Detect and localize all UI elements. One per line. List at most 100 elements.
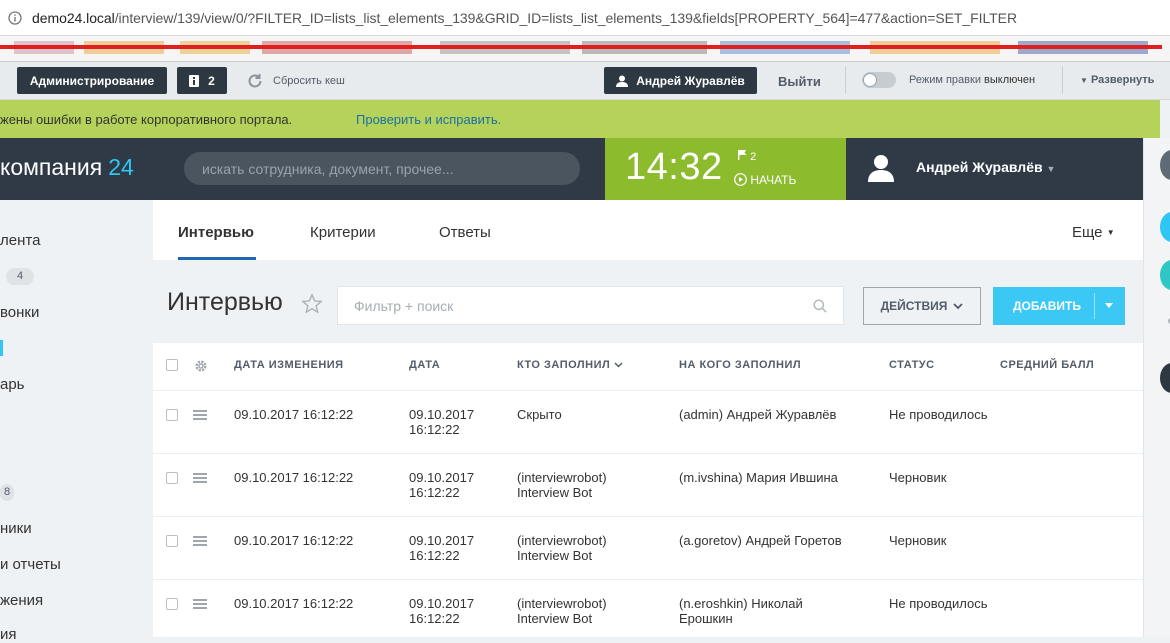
expand-button[interactable]: ▼ Развернуть — [1080, 74, 1154, 86]
administration-button[interactable]: Администрирование — [17, 67, 167, 94]
column-header-whom[interactable]: НА КОГО ЗАПОЛНИЛ — [679, 359, 801, 371]
interviews-grid: ДАТА ИЗМЕНЕНИЯ ДАТА КТО ЗАПОЛНИЛ НА КОГО… — [153, 343, 1143, 637]
row-checkbox[interactable] — [166, 409, 178, 421]
menu-item-calls[interactable]: вонки — [0, 304, 39, 321]
cell-date: 09.10.2017 16:12:22 — [409, 407, 475, 437]
redaction-line — [0, 45, 1162, 49]
logout-link[interactable]: Выйти — [778, 74, 821, 89]
row-checkbox[interactable] — [166, 535, 178, 547]
flag-icon — [738, 150, 747, 160]
row-checkbox[interactable] — [166, 472, 178, 484]
admin-user-button[interactable]: Андрей Журавлёв — [604, 67, 757, 94]
tab-interviews[interactable]: Интервью — [178, 224, 254, 241]
filter-placeholder: Фильтр + поиск — [354, 298, 454, 314]
clear-cache-link[interactable]: Сбросить кеш — [273, 75, 345, 87]
actions-button[interactable]: ДЕЙСТВИЯ — [863, 287, 981, 325]
url-text[interactable]: demo24.local/interview/139/view/0/?FILTE… — [32, 10, 1017, 26]
tabs-bar: Интервью Критерии Ответы Еще ▼ — [153, 200, 1143, 260]
start-workday-button[interactable]: НАЧАТЬ — [734, 173, 796, 187]
cell-date: 09.10.2017 16:12:22 — [409, 533, 475, 563]
divider — [1062, 66, 1063, 94]
menu-item-employees[interactable]: ники — [0, 520, 32, 537]
menu-counter: 4 — [6, 268, 34, 285]
error-notice-bar: жены ошибки в работе корпоративного порт… — [0, 100, 1160, 138]
workday-widget[interactable]: 14:32 2 НАЧАТЬ — [605, 138, 846, 200]
cell-modified: 09.10.2017 16:12:22 — [234, 470, 354, 485]
cell-who: Скрыто — [517, 407, 562, 422]
divider — [845, 66, 846, 94]
favorite-star-icon[interactable] — [301, 293, 323, 315]
table-row[interactable]: 09.10.2017 16:12:22 09.10.2017 16:12:22 … — [153, 579, 1143, 642]
user-menu[interactable]: Андрей Журавлёв ▼ — [846, 138, 1143, 200]
error-notice-text: жены ошибки в работе корпоративного порт… — [0, 112, 293, 127]
caret-down-icon: ▼ — [1080, 76, 1088, 85]
menu-item-feed[interactable]: лента — [0, 232, 40, 249]
cell-who: (interviewrobot) Interview Bot — [517, 533, 607, 563]
cell-whom: (admin) Андрей Журавлёв — [679, 407, 837, 422]
info-icon — [189, 74, 200, 87]
cell-status: Черновик — [889, 533, 947, 548]
tab-answers[interactable]: Ответы — [439, 224, 491, 241]
search-icon[interactable] — [813, 299, 827, 313]
right-panel-avatar[interactable] — [1160, 212, 1170, 242]
portal-logo[interactable]: компания 24 — [0, 154, 134, 181]
edit-mode-toggle[interactable] — [862, 72, 896, 88]
row-menu-icon[interactable] — [193, 410, 207, 420]
row-menu-icon[interactable] — [193, 473, 207, 483]
menu-item-reports[interactable]: и отчеты — [0, 556, 61, 573]
right-panel-avatar[interactable] — [1160, 260, 1170, 290]
search-input[interactable]: искать сотрудника, документ, прочее... — [184, 152, 580, 185]
notifications-button[interactable]: 2 — [177, 67, 227, 94]
check-and-fix-link[interactable]: Проверить и исправить. — [356, 112, 501, 127]
header-user-name: Андрей Журавлёв ▼ — [916, 159, 1056, 175]
tab-criteria[interactable]: Критерии — [310, 224, 376, 241]
right-panel-avatar[interactable] — [1160, 150, 1170, 180]
add-button[interactable]: ДОБАВИТЬ — [993, 287, 1125, 325]
column-header-score[interactable]: СРЕДНИЙ БАЛЛ — [1000, 359, 1094, 371]
split-divider — [1094, 293, 1095, 319]
cell-who: (interviewrobot) Interview Bot — [517, 596, 607, 626]
notif-count: 2 — [208, 73, 215, 88]
bookmarks-bar — [0, 36, 1170, 62]
table-row[interactable]: 09.10.2017 16:12:22 09.10.2017 16:12:22 … — [153, 453, 1143, 516]
menu-item-applications[interactable]: жения — [0, 592, 43, 609]
filter-search-input[interactable]: Фильтр + поиск — [337, 286, 844, 325]
cell-whom: (n.eroshkin) Николай Ерошкин — [679, 596, 803, 626]
page-title: Интервью — [167, 288, 283, 316]
right-panel-avatar[interactable] — [1160, 363, 1170, 393]
table-row[interactable]: 09.10.2017 16:12:22 09.10.2017 16:12:22 … — [153, 516, 1143, 579]
page-info-icon[interactable] — [8, 11, 22, 25]
tab-more[interactable]: Еще ▼ — [1072, 224, 1115, 241]
chevron-down-icon — [953, 302, 964, 309]
edit-mode-label: Режим правки выключен — [909, 74, 1036, 86]
cell-whom: (m.ivshina) Мария Ившина — [679, 470, 838, 485]
menu-item-calendar[interactable]: арь — [0, 376, 25, 393]
column-header-date[interactable]: ДАТА — [409, 359, 440, 371]
search-placeholder: искать сотрудника, документ, прочее... — [202, 161, 454, 177]
cell-status: Не проводилось — [889, 407, 988, 422]
flag-counter: 2 — [738, 150, 756, 163]
row-menu-icon[interactable] — [193, 536, 207, 546]
row-menu-icon[interactable] — [193, 599, 207, 609]
row-checkbox[interactable] — [166, 598, 178, 610]
caret-down-icon: ▼ — [1046, 164, 1056, 174]
select-all-checkbox[interactable] — [166, 359, 178, 371]
menu-item-more[interactable]: ия — [0, 626, 17, 643]
gear-icon[interactable] — [194, 359, 208, 373]
cell-modified: 09.10.2017 16:12:22 — [234, 407, 354, 422]
cell-date: 09.10.2017 16:12:22 — [409, 596, 475, 626]
table-row[interactable]: 09.10.2017 16:12:22 09.10.2017 16:12:22 … — [153, 390, 1143, 453]
column-header-who[interactable]: КТО ЗАПОЛНИЛ — [517, 359, 623, 371]
caret-down-icon[interactable] — [1105, 303, 1113, 308]
cell-date: 09.10.2017 16:12:22 — [409, 470, 475, 500]
column-header-modified[interactable]: ДАТА ИЗМЕНЕНИЯ — [234, 359, 344, 371]
cell-modified: 09.10.2017 16:12:22 — [234, 596, 354, 611]
column-header-status[interactable]: СТАТУС — [889, 359, 935, 371]
active-tab-underline — [178, 257, 256, 260]
right-panel — [1143, 138, 1170, 637]
cell-who: (interviewrobot) Interview Bot — [517, 470, 607, 500]
address-bar[interactable]: demo24.local/interview/139/view/0/?FILTE… — [0, 0, 1170, 36]
caret-down-icon: ▼ — [1106, 228, 1115, 237]
left-menu: лента 4 вонки арь 8 ники и отчеты жения … — [0, 200, 153, 643]
refresh-icon[interactable] — [246, 72, 264, 90]
